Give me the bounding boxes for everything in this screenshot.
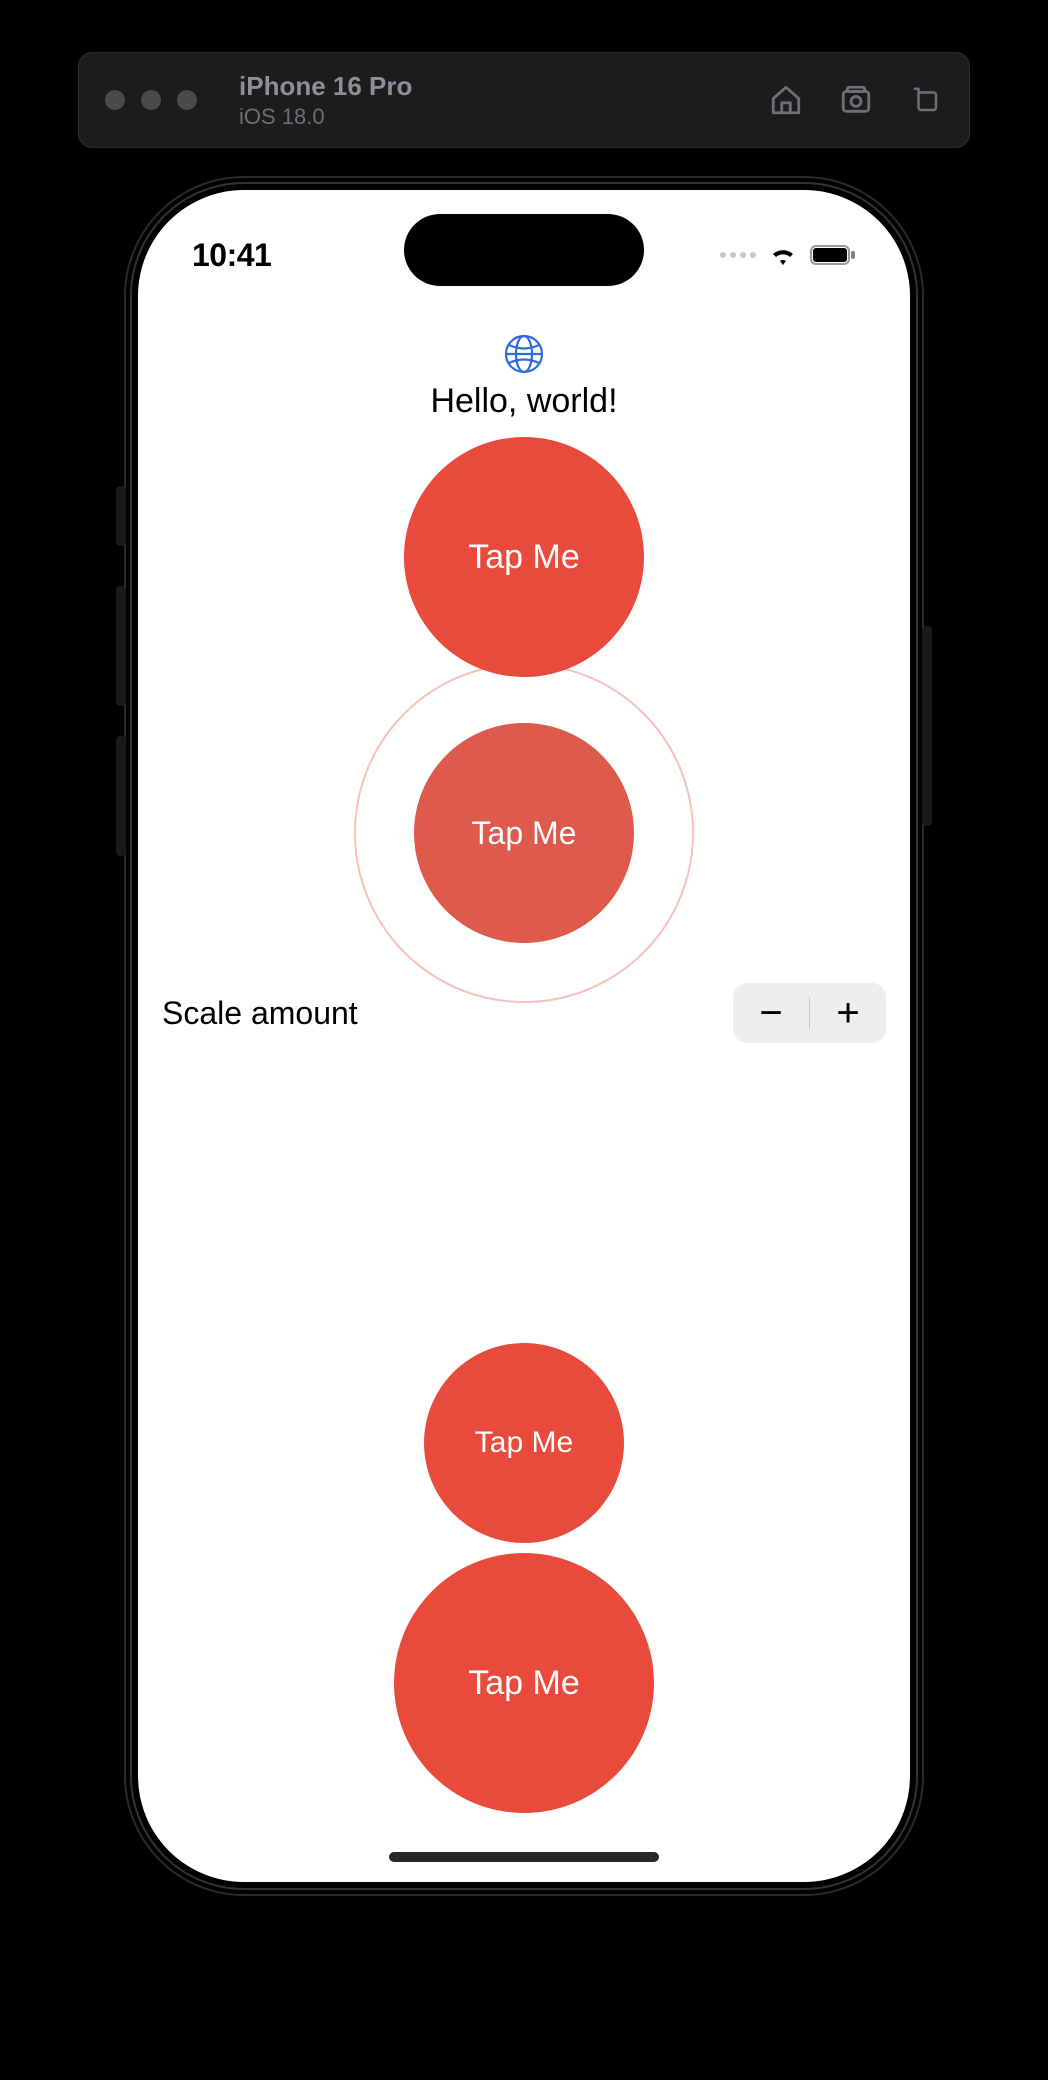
simulator-os-version: iOS 18.0 — [239, 103, 412, 131]
phone-frame: 10:41 — [124, 176, 924, 1896]
volume-up-button[interactable] — [116, 586, 126, 706]
tap-me-button-4-label: Tap Me — [468, 1664, 580, 1703]
tap-me-button-3-label: Tap Me — [475, 1426, 573, 1460]
screenshot-icon[interactable] — [839, 83, 873, 117]
tap-me-button-3[interactable]: Tap Me — [424, 1343, 624, 1543]
battery-icon — [810, 244, 856, 266]
dynamic-island — [404, 214, 644, 286]
window-zoom-dot[interactable] — [177, 90, 197, 110]
status-time: 10:41 — [192, 237, 271, 274]
home-icon[interactable] — [769, 83, 803, 117]
simulator-toolbar: iPhone 16 Pro iOS 18.0 — [78, 52, 970, 148]
cellular-signal-icon — [720, 252, 756, 258]
tap-me-button-4[interactable]: Tap Me — [394, 1553, 654, 1813]
rotate-icon[interactable] — [909, 83, 943, 117]
stepper-decrement-button[interactable]: − — [733, 983, 809, 1043]
scale-ring: Tap Me — [354, 663, 694, 1003]
window-traffic-lights[interactable] — [105, 90, 197, 110]
side-power-button[interactable] — [922, 626, 932, 826]
tap-me-button-1[interactable]: Tap Me — [404, 437, 644, 677]
tap-me-button-2[interactable]: Tap Me — [414, 723, 634, 943]
tap-me-button-2-label: Tap Me — [472, 815, 577, 852]
app-content: Hello, world! Tap Me Tap Me Scale amount… — [138, 300, 910, 1882]
mute-switch[interactable] — [116, 486, 126, 546]
home-indicator[interactable] — [389, 1852, 659, 1862]
wifi-icon — [768, 244, 798, 266]
window-close-dot[interactable] — [105, 90, 125, 110]
simulator-title-block: iPhone 16 Pro iOS 18.0 — [239, 70, 412, 130]
tap-me-button-1-label: Tap Me — [468, 538, 580, 577]
globe-icon — [502, 332, 546, 376]
stepper-increment-button[interactable]: + — [810, 983, 886, 1043]
window-minimize-dot[interactable] — [141, 90, 161, 110]
volume-down-button[interactable] — [116, 736, 126, 856]
minus-icon: − — [759, 991, 782, 1036]
hello-world-label: Hello, world! — [430, 382, 617, 421]
phone-screen: 10:41 — [138, 190, 910, 1882]
scale-stepper-label: Scale amount — [162, 995, 358, 1032]
scale-stepper: − + — [733, 983, 886, 1043]
plus-icon: + — [836, 991, 859, 1036]
simulator-device-name: iPhone 16 Pro — [239, 70, 412, 103]
